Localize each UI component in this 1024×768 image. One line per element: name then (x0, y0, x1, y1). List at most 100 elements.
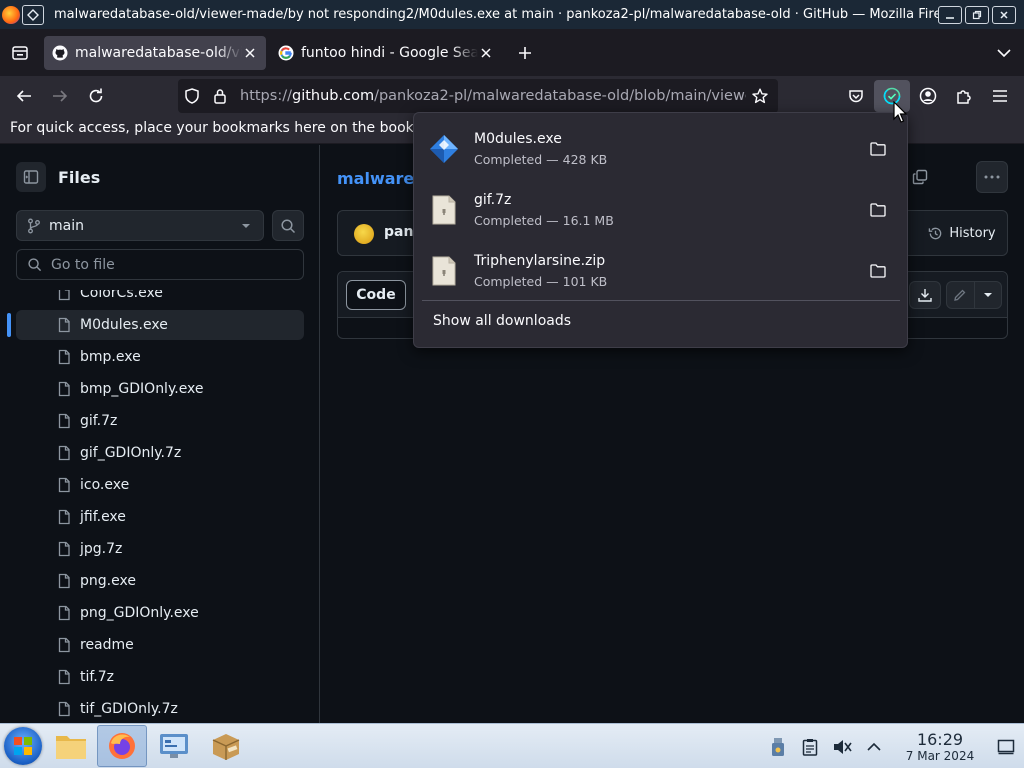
close-tab-button[interactable] (478, 45, 494, 61)
bookmark-star-button[interactable] (746, 82, 774, 110)
file-tree-item-label: bmp_GDIOnly.exe (80, 381, 204, 397)
list-all-tabs-button[interactable] (994, 43, 1014, 63)
restore-icon (972, 10, 982, 19)
caret-down-icon (242, 223, 250, 228)
show-in-folder-button[interactable] (862, 133, 894, 165)
copy-icon (912, 169, 928, 185)
file-tree-item-label: tif.7z (80, 669, 114, 685)
taskbar-archive-manager[interactable] (201, 725, 251, 767)
app-menu-button[interactable] (982, 80, 1018, 112)
go-to-file-input[interactable]: Go to file (16, 249, 304, 280)
edit-file-button[interactable] (947, 282, 975, 308)
download-item[interactable]: M0dules.exe Completed — 428 KB (422, 120, 900, 178)
url-path: /pankoza2-pl/malwaredatabase-old/blob/ma… (374, 88, 746, 104)
branch-selector[interactable]: main (16, 210, 264, 241)
device-notifier-button[interactable] (764, 733, 792, 761)
start-menu-button[interactable] (4, 727, 42, 765)
tab-strip: malwaredatabase-old/viewer-made/by not r… (0, 29, 1024, 76)
forward-button[interactable] (42, 80, 78, 112)
git-branch-icon (28, 218, 40, 233)
close-window-button[interactable] (992, 5, 1016, 24)
tab-github[interactable]: malwaredatabase-old/viewer-made/by not r… (44, 35, 266, 70)
history-button[interactable]: History (917, 211, 1007, 255)
kebab-horizontal-icon (984, 175, 1000, 179)
file-tree-item[interactable]: png.exe (16, 566, 304, 596)
search-files-button[interactable] (272, 210, 304, 241)
show-in-folder-button[interactable] (862, 194, 894, 226)
show-in-folder-button[interactable] (862, 255, 894, 287)
download-file-name: gif.7z (474, 192, 512, 208)
close-tab-button[interactable] (242, 45, 258, 61)
file-tree-sidebar: Files main Go to file ColorCs.exe M0dules… (0, 145, 320, 723)
system-tray: 16:29 7 Mar 2024 (762, 724, 1024, 768)
new-tab-button[interactable] (510, 38, 540, 68)
file-tree-item-label: gif.7z (80, 413, 118, 429)
reload-button[interactable] (78, 80, 114, 112)
reload-icon (89, 88, 103, 103)
file-tree-item[interactable]: jpg.7z (16, 534, 304, 564)
show-all-downloads-link[interactable]: Show all downloads (433, 313, 571, 329)
file-tree-item[interactable]: png_GDIOnly.exe (16, 598, 304, 628)
file-tree-item-label: png.exe (80, 573, 136, 589)
taskbar-firefox[interactable] (97, 725, 147, 767)
window-menu-button[interactable] (22, 4, 44, 25)
file-tree-item[interactable]: gif.7z (16, 406, 304, 436)
file-icon (58, 573, 70, 589)
minimize-icon (946, 16, 954, 19)
file-tree-item-label: jfif.exe (80, 509, 126, 525)
file-icon (58, 509, 70, 525)
tab-google-search[interactable]: funtoo hindi - Google Search (270, 36, 502, 70)
avatar[interactable] (354, 224, 374, 244)
clipboard-button[interactable] (796, 733, 824, 761)
file-tree-item[interactable]: ColorCs.exe (16, 290, 304, 308)
collapse-file-tree-button[interactable] (16, 162, 46, 192)
clock-date: 7 Mar 2024 (905, 749, 975, 763)
file-tree-item[interactable]: gif_GDIOnly.7z (16, 438, 304, 468)
site-info-button[interactable] (206, 82, 234, 110)
more-options-button[interactable] (976, 161, 1008, 193)
download-item[interactable]: Triphenylarsine.zip Completed — 101 KB (422, 242, 900, 300)
show-hidden-icons-button[interactable] (860, 733, 888, 761)
file-icon (58, 349, 70, 365)
url-text[interactable]: https://github.com/pankoza2-pl/malwareda… (234, 88, 746, 104)
show-desktop-button[interactable] (988, 724, 1024, 768)
file-tree-item[interactable]: bmp_GDIOnly.exe (16, 374, 304, 404)
download-status: Completed — 16.1 MB (474, 213, 614, 228)
copy-path-button[interactable] (908, 165, 932, 189)
download-file-name: M0dules.exe (474, 131, 562, 147)
file-icon (58, 541, 70, 557)
taskbar-file-manager[interactable] (46, 725, 96, 767)
window-titlebar: malwaredatabase-old/viewer-made/by not r… (0, 0, 1024, 29)
maximize-button[interactable] (965, 5, 989, 24)
file-tree-item[interactable]: jfif.exe (16, 502, 304, 532)
clock[interactable]: 16:29 7 Mar 2024 (900, 730, 980, 763)
tracking-protection-button[interactable] (178, 82, 206, 110)
file-tree-item[interactable]: ico.exe (16, 470, 304, 500)
file-tree-item[interactable]: bmp.exe (16, 342, 304, 372)
hamburger-menu-icon (993, 90, 1007, 102)
file-tree-item[interactable]: tif_GDIOnly.7z (16, 694, 304, 723)
file-icon (58, 701, 70, 717)
back-button[interactable] (6, 80, 42, 112)
file-tree-item[interactable]: readme (16, 630, 304, 660)
file-tree-item[interactable]: M0dules.exe (16, 310, 304, 340)
taskbar: 16:29 7 Mar 2024 (0, 723, 1024, 768)
extensions-button[interactable] (946, 80, 982, 112)
pocket-button[interactable] (838, 80, 874, 112)
account-button[interactable] (910, 80, 946, 112)
download-raw-file-button[interactable] (909, 281, 941, 309)
file-tree-item[interactable]: tif.7z (16, 662, 304, 692)
code-tab[interactable]: Code (346, 280, 406, 310)
firefox-view-button[interactable] (0, 29, 40, 76)
url-bar[interactable]: https://github.com/pankoza2-pl/malwareda… (178, 79, 778, 113)
plus-icon (519, 46, 531, 59)
taskbar-control-panel[interactable] (149, 725, 199, 767)
window-title: malwaredatabase-old/viewer-made/by not r… (54, 7, 938, 22)
volume-button[interactable] (828, 733, 856, 761)
firefox-app-icon[interactable] (2, 5, 20, 24)
arrow-left-icon (16, 90, 31, 102)
minimize-button[interactable] (938, 5, 962, 24)
download-item[interactable]: gif.7z Completed — 16.1 MB (422, 181, 900, 239)
edit-options-dropdown[interactable] (975, 282, 1002, 308)
puzzle-icon (957, 90, 971, 104)
